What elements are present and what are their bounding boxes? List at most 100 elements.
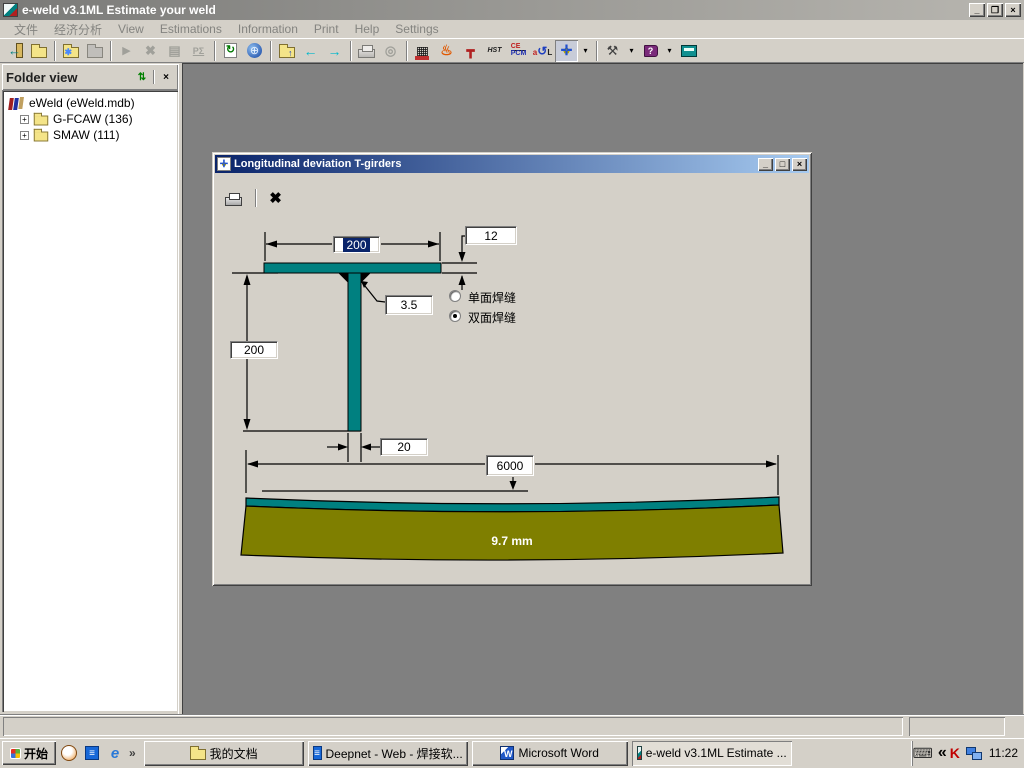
- minimize-button[interactable]: _: [969, 3, 985, 17]
- estimates-table-button[interactable]: ▦: [411, 40, 434, 62]
- hst-button[interactable]: HST: [483, 40, 506, 62]
- double-side-weld-label: 双面焊缝: [468, 309, 516, 326]
- expand-plus-icon[interactable]: +: [20, 131, 29, 140]
- double-side-weld-radio[interactable]: [449, 310, 461, 322]
- menu-settings[interactable]: Settings: [387, 22, 446, 36]
- deviation-tool-button[interactable]: ✛: [555, 40, 578, 62]
- menu-print[interactable]: Print: [306, 22, 347, 36]
- folder-icon: [34, 116, 48, 126]
- tree-item-gfcaw[interactable]: + G-FCAW (136): [8, 111, 176, 127]
- new-folder-icon: ✱: [63, 47, 79, 58]
- task-eweld[interactable]: e-weld v3.1ML Estimate ...: [632, 741, 792, 766]
- quicklaunch-chevron-icon[interactable]: »: [129, 746, 136, 760]
- tgirder-window-icon: ✛: [217, 157, 231, 171]
- restore-button[interactable]: ❐: [987, 3, 1003, 17]
- refresh-button[interactable]: ↻: [219, 40, 242, 62]
- quicklaunch-browser-icon[interactable]: e: [105, 743, 125, 763]
- valve-button[interactable]: ┳: [459, 40, 482, 62]
- tree-root-item[interactable]: eWeld (eWeld.mdb): [8, 95, 176, 111]
- tray-chevrons-icon[interactable]: «: [938, 744, 947, 762]
- antivirus-icon[interactable]: K: [950, 745, 960, 761]
- toolbar-separator: [270, 41, 272, 61]
- task-label: Microsoft Word: [518, 746, 598, 760]
- panel-refresh-icon[interactable]: ⇅: [134, 70, 150, 85]
- rotate-icon: a↺L: [533, 44, 552, 58]
- single-side-weld-radio[interactable]: [449, 290, 461, 302]
- tree-item-label: G-FCAW (136): [53, 112, 133, 126]
- child-close-button[interactable]: ×: [792, 158, 807, 171]
- deviation-dropdown-button[interactable]: ▾: [579, 40, 592, 62]
- menu-economic-analysis[interactable]: 经济分析: [46, 21, 110, 38]
- cancel-edit-button[interactable]: ✖: [139, 40, 162, 62]
- tree-item-label: SMAW (111): [53, 128, 119, 142]
- menubar: 文件 经济分析 View Estimations Information Pri…: [0, 20, 1024, 38]
- tgirder-titlebar[interactable]: ✛ Longitudinal deviation T-girders _ □ ×: [215, 155, 809, 173]
- length-field[interactable]: 6000: [486, 455, 534, 476]
- tools-dropdown-button[interactable]: ▾: [625, 40, 638, 62]
- single-side-weld-label: 单面焊缝: [468, 289, 516, 306]
- folder-view-title: Folder view: [6, 70, 134, 85]
- menu-help[interactable]: Help: [347, 22, 388, 36]
- child-minimize-button[interactable]: _: [758, 158, 773, 171]
- task-word[interactable]: W Microsoft Word: [472, 741, 628, 766]
- help-book-button[interactable]: ?: [639, 40, 662, 62]
- folder-icon: [190, 749, 206, 760]
- menu-information[interactable]: Information: [230, 22, 306, 36]
- pcm-label: PCM: [511, 51, 527, 57]
- sum-button[interactable]: PΣ: [187, 40, 210, 62]
- print-preview-button[interactable]: ◎: [379, 40, 402, 62]
- close-button[interactable]: ×: [1005, 3, 1021, 17]
- folder-tree: eWeld (eWeld.mdb) + G-FCAW (136) + SMAW …: [2, 90, 178, 712]
- keyboard-icon[interactable]: ⌨: [913, 745, 933, 762]
- quicklaunch-deepnet-icon[interactable]: ≡: [82, 743, 102, 763]
- start-button[interactable]: 开始: [2, 741, 56, 765]
- child-maximize-button[interactable]: □: [775, 158, 790, 171]
- weld-throat-field[interactable]: 3.5: [385, 295, 433, 315]
- tgirder-title: Longitudinal deviation T-girders: [234, 158, 756, 170]
- network-icon[interactable]: [966, 747, 982, 760]
- girder-web: [348, 273, 361, 431]
- delete-item-button[interactable]: [83, 40, 106, 62]
- book-icon: ?: [644, 45, 658, 57]
- left-fillet-weld: [339, 273, 348, 282]
- new-item-button[interactable]: ✱: [59, 40, 82, 62]
- run-icon: ▶: [122, 44, 130, 57]
- back-button[interactable]: ←: [299, 40, 322, 62]
- run-estimate-button[interactable]: ▶: [115, 40, 138, 62]
- flange-thickness-field[interactable]: 12: [465, 226, 517, 245]
- task-deepnet[interactable]: ≡ Deepnet - Web - 焊接软...: [308, 741, 468, 766]
- fire-icon: ♨: [440, 42, 453, 59]
- calculator-button[interactable]: [677, 40, 700, 62]
- web-search-button[interactable]: ⊕: [243, 40, 266, 62]
- print-button[interactable]: [355, 40, 378, 62]
- web-thickness-field[interactable]: 20: [380, 438, 428, 456]
- save-edit-button[interactable]: ▤: [163, 40, 186, 62]
- ce-pcm-button[interactable]: CEPCM: [507, 40, 530, 62]
- exit-button[interactable]: ←: [3, 40, 26, 62]
- folder-up-button[interactable]: ↑: [275, 40, 298, 62]
- open-database-button[interactable]: [27, 40, 50, 62]
- task-my-documents[interactable]: 我的文档: [144, 741, 304, 766]
- toolbar-separator: [110, 41, 112, 61]
- flange-width-field[interactable]: 200: [333, 236, 380, 253]
- calculator-icon: [681, 45, 697, 57]
- rotate-button[interactable]: a↺L: [531, 40, 554, 62]
- web-height-field[interactable]: 200: [230, 341, 278, 359]
- book-dropdown-button[interactable]: ▾: [663, 40, 676, 62]
- forward-button[interactable]: →: [323, 40, 346, 62]
- menu-view[interactable]: View: [110, 22, 152, 36]
- deviation-value: 9.7 mm: [491, 534, 532, 548]
- tools-button[interactable]: ⚒: [601, 40, 624, 62]
- status-panel-main: [3, 717, 903, 736]
- menu-estimations[interactable]: Estimations: [152, 22, 230, 36]
- tree-item-smaw[interactable]: + SMAW (111): [8, 127, 176, 143]
- panel-close-icon[interactable]: ×: [158, 70, 174, 85]
- quicklaunch-rabbit-icon[interactable]: [59, 743, 79, 763]
- start-label: 开始: [24, 745, 48, 762]
- main-titlebar[interactable]: e-weld v3.1ML Estimate your weld _ ❐ ×: [0, 0, 1024, 20]
- menu-file[interactable]: 文件: [6, 21, 46, 38]
- expand-plus-icon[interactable]: +: [20, 115, 29, 124]
- heat-input-button[interactable]: ♨: [435, 40, 458, 62]
- toolbar-separator: [350, 41, 352, 61]
- save-icon: ▤: [168, 43, 180, 59]
